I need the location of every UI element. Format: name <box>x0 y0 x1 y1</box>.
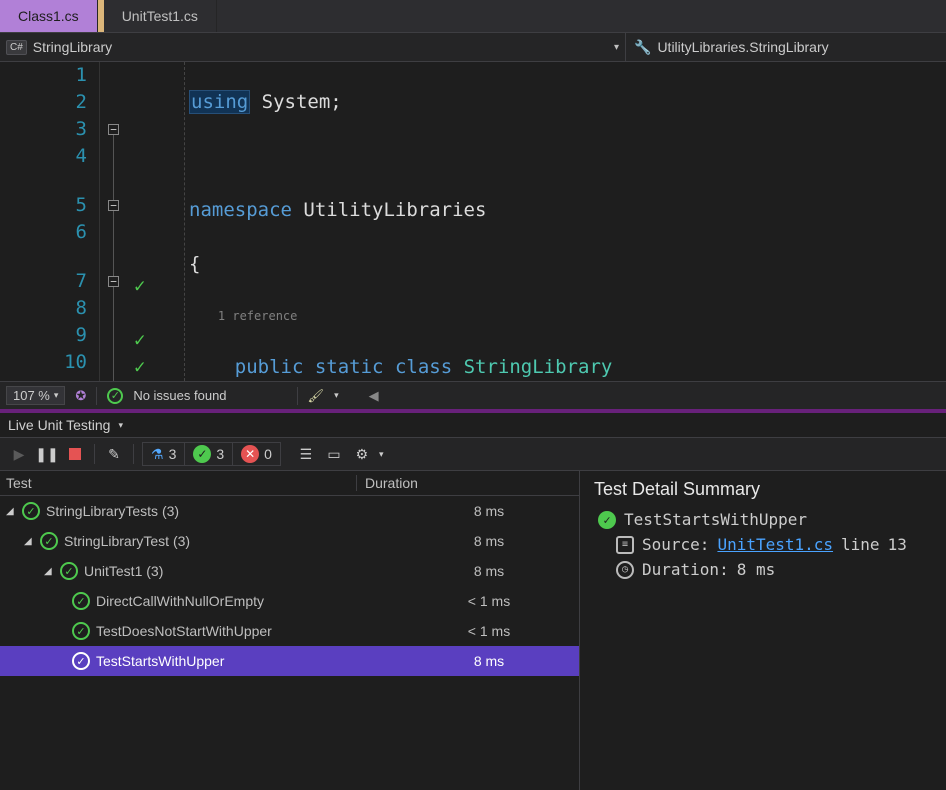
fold-margin: − − − ✓ ✓ ✓ ✓ <box>100 62 185 381</box>
editor-status-bar: 107 %▾ ✪ ✓ No issues found 🖌 ▾ ◀ <box>0 381 946 409</box>
expander-icon[interactable]: ◢ <box>24 536 36 547</box>
nav-member-label: UtilityLibraries.StringLibrary <box>657 39 828 55</box>
chevron-down-icon: ▾ <box>614 42 619 53</box>
pass-icon: ✓ <box>60 562 78 580</box>
chevron-down-icon[interactable]: ▾ <box>334 390 339 401</box>
line-number-gutter: 1 2 3 4 5 6 7 8 9 10 11 12 <box>0 62 100 381</box>
play-button[interactable]: ▶ <box>8 443 30 465</box>
pass-icon: ✓ <box>40 532 58 550</box>
expander-icon[interactable]: ◢ <box>44 566 56 577</box>
test-group-row[interactable]: ◢ ✓ StringLibraryTests (3) 8 ms <box>0 496 579 526</box>
arrow-left-icon[interactable]: ◀ <box>369 388 379 404</box>
nav-scope-dropdown[interactable]: C# StringLibrary ▾ <box>0 33 626 61</box>
pass-icon: ✓ <box>72 622 90 640</box>
nav-member-dropdown[interactable]: 🔧 UtilityLibraries.StringLibrary <box>626 33 946 61</box>
wrench-icon: 🔧 <box>634 39 651 56</box>
lut-body: Test Duration ◢ ✓ StringLibraryTests (3)… <box>0 471 946 790</box>
check-icon: ✓ <box>134 273 145 300</box>
code-editor[interactable]: 1 2 3 4 5 6 7 8 9 10 11 12 − − − ✓ ✓ ✓ ✓… <box>0 62 946 381</box>
nav-scope-label: StringLibrary <box>33 39 112 55</box>
test-row-selected[interactable]: ✓ TestStartsWithUpper 8 ms <box>0 646 579 676</box>
total-tests-pill[interactable]: ⚗ 3 <box>143 443 185 465</box>
tab-class1[interactable]: Class1.cs <box>0 0 98 32</box>
duration-value: 8 ms <box>737 560 776 579</box>
fold-toggle[interactable]: − <box>108 276 119 287</box>
test-row[interactable]: ✓ DirectCallWithNullOrEmpty < 1 ms <box>0 586 579 616</box>
gear-icon[interactable]: ⚙ <box>351 443 373 465</box>
fold-toggle[interactable]: − <box>108 124 119 135</box>
test-tree-panel: Test Duration ◢ ✓ StringLibraryTests (3)… <box>0 471 580 790</box>
source-line-number: 13 <box>888 535 907 554</box>
test-count-pills: ⚗ 3 ✓ 3 ✕ 0 <box>142 442 281 466</box>
intellicode-icon[interactable]: ✪ <box>75 388 86 404</box>
detail-title: Test Detail Summary <box>594 479 932 500</box>
duration-label: Duration: <box>642 560 729 579</box>
fold-toggle[interactable]: − <box>108 200 119 211</box>
check-icon: ✓ <box>134 327 145 354</box>
check-circle-icon: ✓ <box>107 388 123 404</box>
test-group-row[interactable]: ◢ ✓ UnitTest1 (3) 8 ms <box>0 556 579 586</box>
check-circle-icon: ✓ <box>193 445 211 463</box>
x-circle-icon: ✕ <box>241 445 259 463</box>
source-line-label: line <box>841 535 880 554</box>
check-icon: ✓ <box>134 354 145 381</box>
detail-test-name: TestStartsWithUpper <box>624 510 807 529</box>
zoom-dropdown[interactable]: 107 %▾ <box>6 386 65 405</box>
pass-icon: ✓ <box>72 652 90 670</box>
file-icon: ≡ <box>616 536 634 554</box>
live-unit-testing-header: Live Unit Testing ▾ <box>0 413 946 438</box>
check-circle-icon: ✓ <box>598 511 616 529</box>
list-view-icon[interactable]: ☰ <box>295 443 317 465</box>
source-label: Source: <box>642 535 709 554</box>
csharp-badge-icon: C# <box>6 40 27 55</box>
tab-unittest1[interactable]: UnitTest1.cs <box>104 0 217 32</box>
source-file-link[interactable]: UnitTest1.cs <box>717 535 833 554</box>
flask-icon: ⚗ <box>151 446 164 463</box>
file-tabs: Class1.cs UnitTest1.cs <box>0 0 946 32</box>
nav-bar: C# StringLibrary ▾ 🔧 UtilityLibraries.St… <box>0 32 946 62</box>
code-content[interactable]: using System; namespace UtilityLibraries… <box>185 62 946 381</box>
lut-toolbar: ▶ ❚❚ ✎ ⚗ 3 ✓ 3 ✕ 0 ☰ ▭ ⚙ ▾ <box>0 438 946 471</box>
pass-icon: ✓ <box>72 592 90 610</box>
paintbrush-icon[interactable]: 🖌 <box>308 388 325 404</box>
test-group-row[interactable]: ◢ ✓ StringLibraryTest (3) 8 ms <box>0 526 579 556</box>
stop-button[interactable] <box>64 443 86 465</box>
test-tree: ◢ ✓ StringLibraryTests (3) 8 ms ◢ ✓ Stri… <box>0 496 579 790</box>
layout-icon[interactable]: ▭ <box>323 443 345 465</box>
pause-button[interactable]: ❚❚ <box>36 443 58 465</box>
pass-icon: ✓ <box>22 502 40 520</box>
chevron-down-icon[interactable]: ▾ <box>118 420 123 431</box>
edit-icon[interactable]: ✎ <box>103 443 125 465</box>
column-test[interactable]: Test <box>6 475 356 491</box>
test-detail-panel: Test Detail Summary ✓ TestStartsWithUppe… <box>580 471 946 790</box>
expander-icon[interactable]: ◢ <box>6 506 18 517</box>
passed-tests-pill[interactable]: ✓ 3 <box>185 443 233 465</box>
issues-label: No issues found <box>133 388 226 403</box>
chevron-down-icon[interactable]: ▾ <box>379 449 384 460</box>
clock-icon: ◷ <box>616 561 634 579</box>
test-columns-header: Test Duration <box>0 471 579 496</box>
test-row[interactable]: ✓ TestDoesNotStartWithUpper < 1 ms <box>0 616 579 646</box>
column-duration[interactable]: Duration <box>356 475 573 491</box>
failed-tests-pill[interactable]: ✕ 0 <box>233 443 280 465</box>
